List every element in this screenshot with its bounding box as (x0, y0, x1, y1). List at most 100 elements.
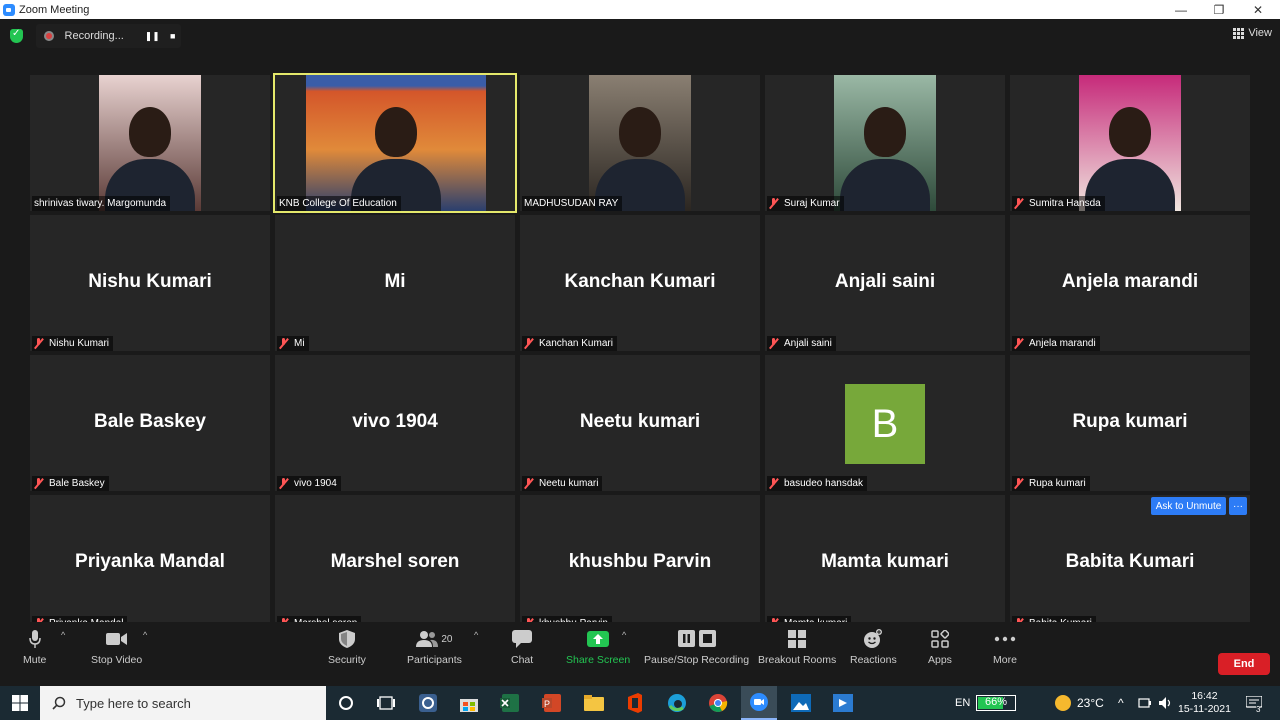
windows-start-icon[interactable] (8, 691, 32, 715)
powerpoint-icon[interactable]: P (540, 691, 564, 715)
video-options-chevron-icon[interactable]: ^ (143, 630, 147, 640)
breakout-rooms-button[interactable]: Breakout Rooms (758, 628, 836, 666)
show-hidden-icons-chevron-icon[interactable]: ^ (1118, 686, 1124, 720)
clock-time: 16:42 (1191, 690, 1218, 702)
minimize-button[interactable]: — (1161, 0, 1201, 19)
audio-options-chevron-icon[interactable]: ^ (61, 630, 65, 640)
participant-tile[interactable]: Sumitra Hansda (1010, 75, 1250, 211)
participant-name-label: Sumitra Hansda (1012, 196, 1105, 211)
ask-to-unmute-button[interactable]: Ask to Unmute (1151, 497, 1226, 515)
share-options-chevron-icon[interactable]: ^ (622, 630, 626, 640)
photos-icon[interactable] (789, 691, 813, 715)
participant-tile[interactable]: Bale Baskey Bale Baskey (30, 355, 270, 491)
edge-icon[interactable] (665, 691, 689, 715)
chat-button[interactable]: Chat (511, 628, 533, 666)
recording-label: Recording... (64, 30, 124, 42)
restore-button[interactable]: ❐ (1199, 0, 1239, 19)
reactions-label: Reactions (850, 654, 897, 666)
window-titlebar: Zoom Meeting — ❐ ✕ (0, 0, 1280, 19)
participant-tile[interactable]: shrinivas tiwary. Margomunda (30, 75, 270, 211)
chat-bubble-icon (512, 628, 533, 650)
participant-tile[interactable]: KNB College Of Education (273, 73, 517, 213)
participant-tile[interactable]: Anjali saini Anjali saini (765, 215, 1005, 351)
taskbar-search-box[interactable]: Type here to search (40, 686, 326, 720)
participants-button[interactable]: 20 Participants (407, 628, 462, 666)
battery-indicator[interactable]: 66% (976, 686, 1016, 720)
participant-more-button[interactable]: ··· (1229, 497, 1247, 515)
participant-name: Kanchan Kumari (539, 338, 613, 349)
participant-tile[interactable]: Suraj Kumar (765, 75, 1005, 211)
network-icon[interactable] (1138, 686, 1152, 720)
file-explorer-icon[interactable] (582, 691, 606, 715)
more-button[interactable]: More (993, 628, 1017, 666)
view-label: View (1248, 27, 1272, 39)
svg-text:P: P (544, 699, 550, 709)
stop-video-label: Stop Video (91, 654, 143, 666)
participant-tile[interactable]: MADHUSUDAN RAY (520, 75, 760, 211)
weather-widget[interactable]: 23°C (1055, 686, 1104, 720)
chrome-icon[interactable] (706, 691, 730, 715)
mute-button[interactable]: Mute (23, 628, 46, 666)
reactions-button[interactable]: Reactions (850, 628, 897, 666)
participant-tile[interactable]: Kanchan Kumari Kanchan Kumari (520, 215, 760, 351)
clock[interactable]: 16:42 15-11-2021 (1178, 686, 1231, 720)
participant-name-label: Anjela marandi (1012, 336, 1100, 351)
participants-options-chevron-icon[interactable]: ^ (474, 630, 478, 640)
participant-tile[interactable]: Priyanka MandalPriyanka Mandal (30, 495, 270, 631)
participant-display-name: Anjela marandi (1061, 271, 1199, 292)
view-button[interactable]: View (1233, 27, 1272, 39)
participant-tile[interactable]: Mamta kumariMamta kumari (765, 495, 1005, 631)
cortana-icon[interactable] (334, 691, 358, 715)
participant-tile[interactable]: Mi Mi (275, 215, 515, 351)
end-meeting-button[interactable]: End (1218, 653, 1270, 675)
participant-tile[interactable]: Rupa kumari Rupa kumari (1010, 355, 1250, 491)
participant-tile[interactable]: Babita KumariBabita Kumari (1010, 495, 1250, 631)
participants-count: 20 (441, 633, 453, 645)
participant-display-name: Babita Kumari (1065, 551, 1195, 572)
office-icon[interactable] (623, 691, 647, 715)
participants-label: Participants (407, 654, 462, 666)
security-label: Security (328, 654, 366, 666)
participant-tile[interactable]: Anjela marandi Anjela marandi (1010, 215, 1250, 351)
participant-name: Suraj Kumar (784, 198, 840, 209)
battery-percent: 66% (984, 696, 1008, 708)
share-screen-button[interactable]: Share Screen (566, 628, 630, 666)
mic-muted-icon (524, 478, 533, 489)
mic-muted-icon (1014, 338, 1023, 349)
microsoft-store-icon[interactable] (457, 691, 481, 715)
smiley-icon (863, 628, 883, 650)
mic-muted-icon (279, 338, 288, 349)
participant-display-name: Rupa kumari (1072, 411, 1188, 432)
app-icon[interactable] (416, 691, 440, 715)
excel-icon[interactable] (498, 691, 522, 715)
app-window-icon[interactable] (831, 691, 855, 715)
stop-video-button[interactable]: Stop Video (91, 628, 142, 666)
participant-tile[interactable]: Nishu Kumari Nishu Kumari (30, 215, 270, 351)
close-button[interactable]: ✕ (1238, 0, 1278, 19)
security-shield-icon (338, 628, 355, 650)
task-view-icon[interactable] (374, 691, 398, 715)
participant-tile[interactable]: Bbasudeo hansdak (765, 355, 1005, 491)
grid-view-icon (1233, 27, 1245, 39)
participant-tile[interactable]: khushbu Parvinkhushbu Parvin (520, 495, 760, 631)
apps-button[interactable]: Apps (928, 628, 952, 666)
pause-stop-recording-button[interactable]: Pause/Stop Recording (644, 628, 749, 666)
participant-tile[interactable]: Neetu kumari Neetu kumari (520, 355, 760, 491)
participant-name: vivo 1904 (294, 478, 337, 489)
participant-name-label: vivo 1904 (277, 476, 341, 491)
encryption-shield-icon[interactable] (10, 28, 23, 43)
participant-avatar: B (845, 384, 925, 464)
pause-recording-button[interactable]: ❚❚ (144, 28, 161, 44)
input-language[interactable]: EN (955, 686, 970, 720)
stop-recording-button[interactable]: ■ (164, 28, 181, 44)
participant-display-name: Priyanka Mandal (75, 551, 225, 572)
participant-tile[interactable]: vivo 1904 vivo 1904 (275, 355, 515, 491)
participant-tile[interactable]: Marshel sorenMarshel soren (275, 495, 515, 631)
apps-label: Apps (928, 654, 952, 666)
notifications-icon[interactable]: 3 (1246, 686, 1262, 720)
participant-name-label: basudeo hansdak (767, 476, 867, 491)
security-button[interactable]: Security (328, 628, 366, 666)
zoom-taskbar-icon[interactable] (741, 686, 777, 720)
participant-name-label: Neetu kumari (522, 476, 603, 491)
volume-icon[interactable] (1158, 686, 1174, 720)
